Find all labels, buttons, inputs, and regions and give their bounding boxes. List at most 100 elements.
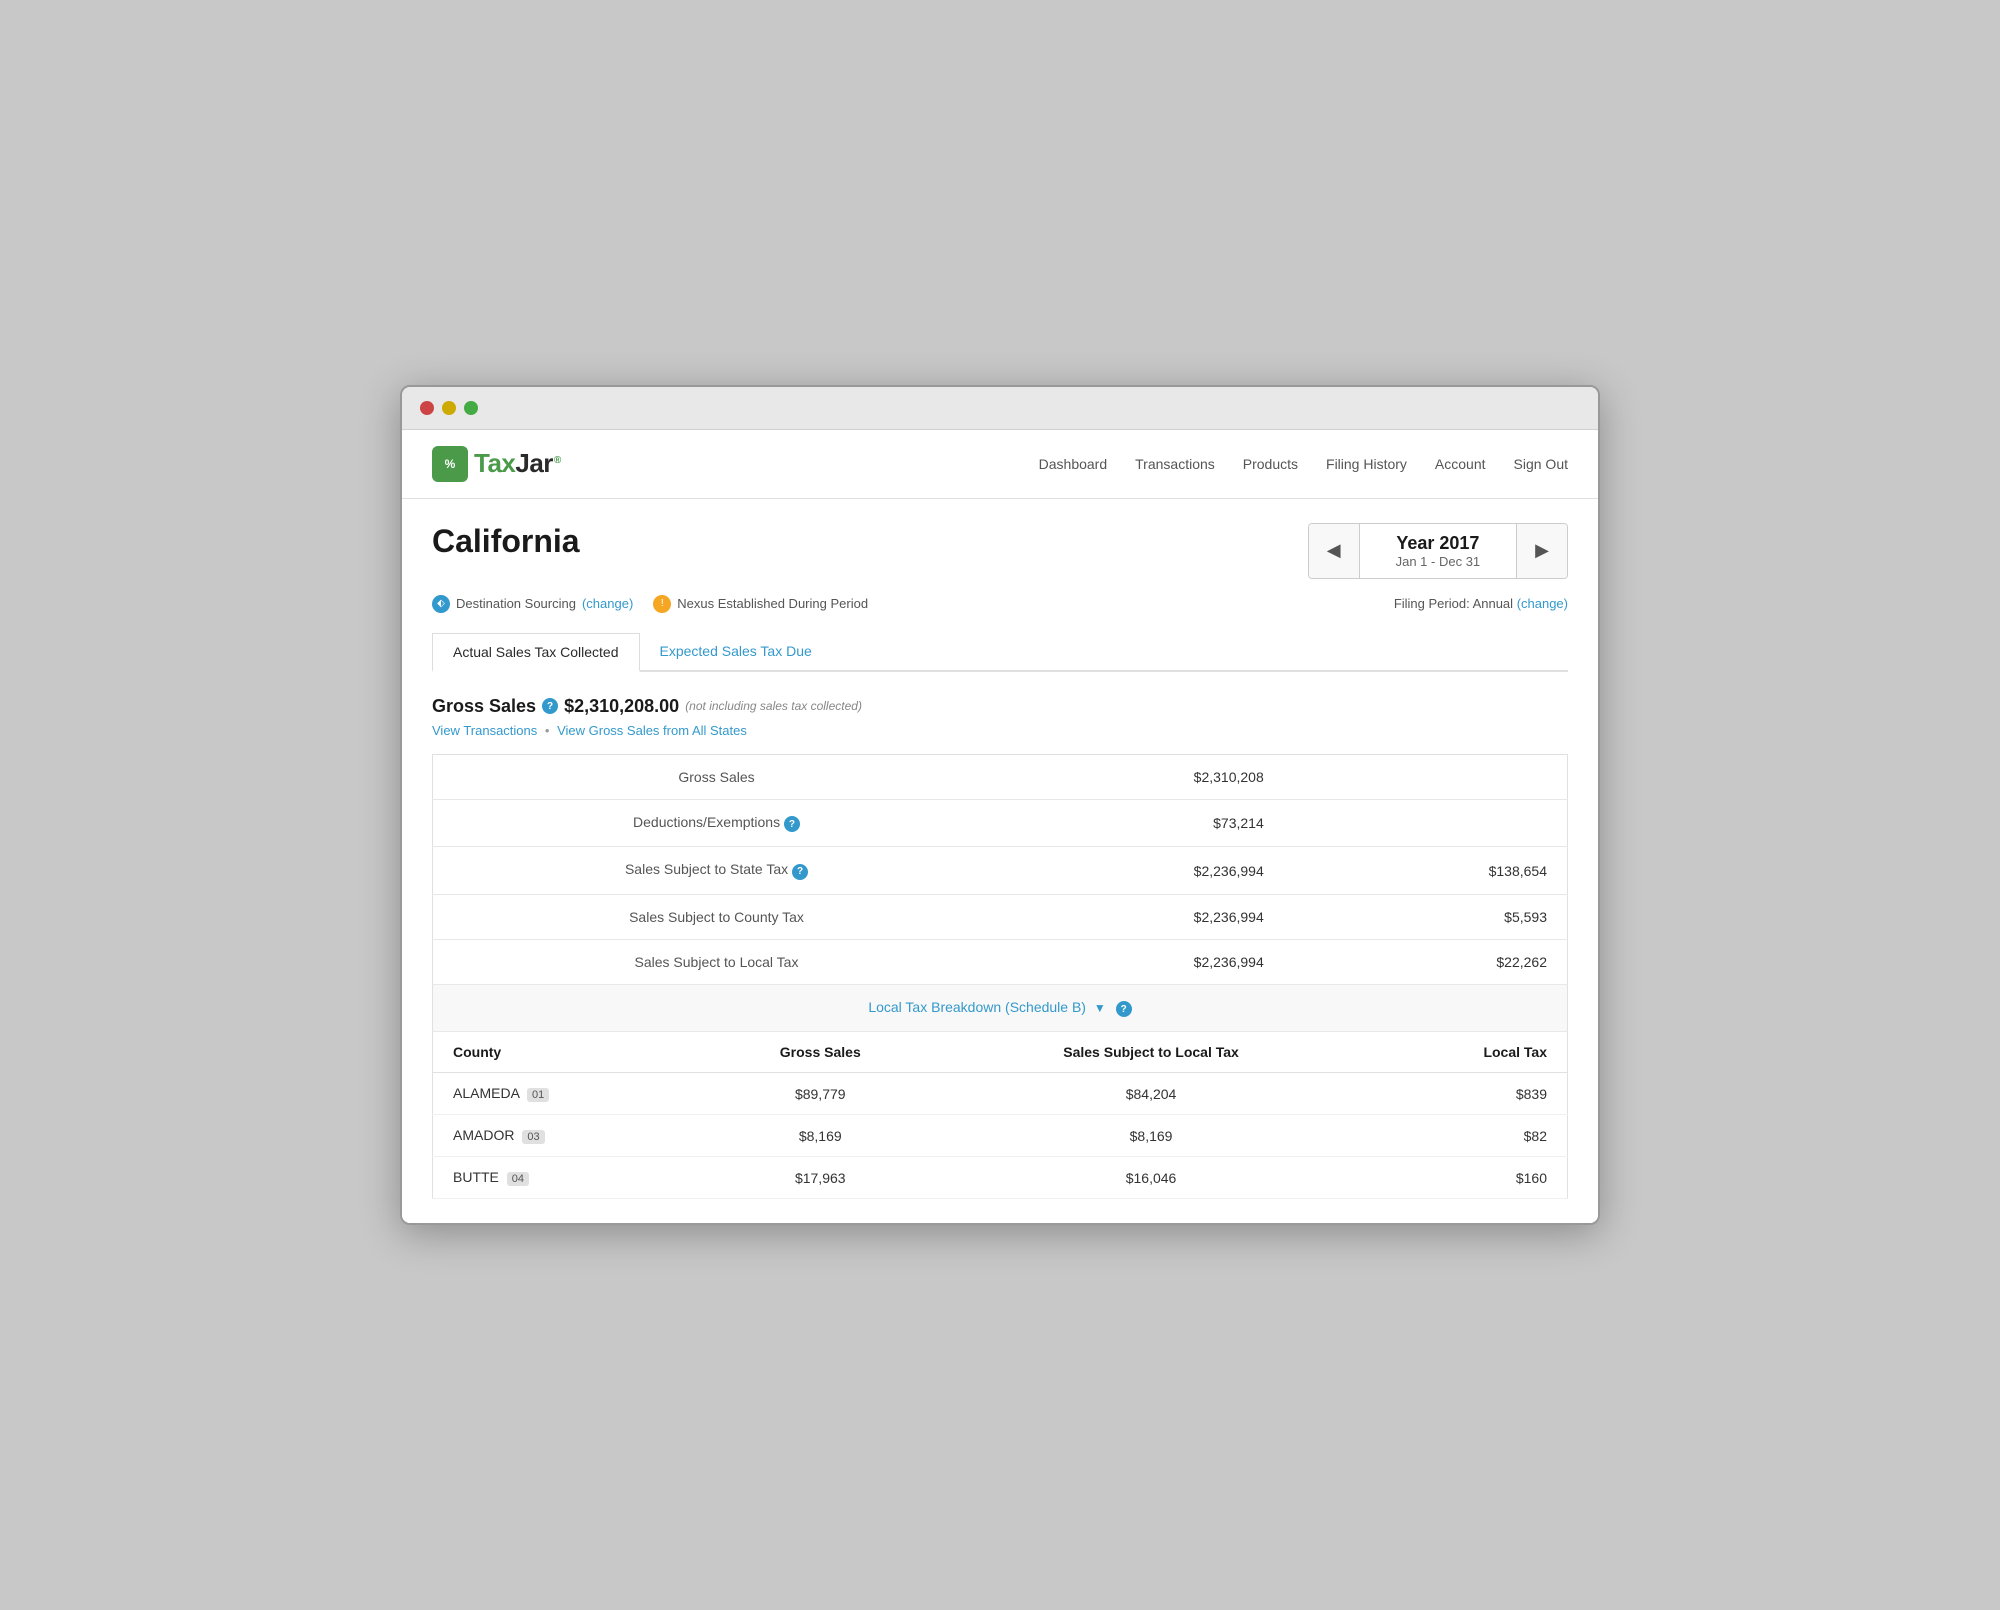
filing-period: Filing Period: Annual (change) bbox=[1394, 596, 1568, 611]
county-row-butte: BUTTE 04 $17,963 $16,046 $160 bbox=[433, 1157, 1568, 1199]
year-label: Year 2017 bbox=[1396, 533, 1481, 554]
maximize-dot[interactable] bbox=[464, 401, 478, 415]
county-amador-subject: $8,169 bbox=[939, 1115, 1363, 1157]
page-header: California ◀ Year 2017 Jan 1 - Dec 31 ▶ bbox=[432, 523, 1568, 579]
breakdown-row: Local Tax Breakdown (Schedule B) ▼ ? bbox=[433, 984, 1568, 1032]
nav-transactions[interactable]: Transactions bbox=[1135, 456, 1215, 472]
deductions-help-icon[interactable]: ? bbox=[784, 816, 800, 832]
nav-links: Dashboard Transactions Products Filing H… bbox=[1039, 456, 1568, 472]
sourcing-icon: ⬖ bbox=[432, 595, 450, 613]
row-deductions-label: Deductions/Exemptions ? bbox=[433, 799, 1001, 847]
county-row-amador: AMADOR 03 $8,169 $8,169 $82 bbox=[433, 1115, 1568, 1157]
nav-dashboard[interactable]: Dashboard bbox=[1039, 456, 1108, 472]
filing-change[interactable]: (change) bbox=[1517, 596, 1568, 611]
meta-left: ⬖ Destination Sourcing (change) ! Nexus … bbox=[432, 595, 868, 613]
page-title: California bbox=[432, 523, 580, 560]
sourcing-label: Destination Sourcing bbox=[456, 596, 576, 611]
row-gross-sales-label: Gross Sales bbox=[433, 754, 1001, 799]
meta-row: ⬖ Destination Sourcing (change) ! Nexus … bbox=[432, 595, 1568, 613]
filing-period-label: Filing Period: Annual bbox=[1394, 596, 1513, 611]
row-state-tax-extra: $138,654 bbox=[1284, 847, 1568, 895]
nexus-item: ! Nexus Established During Period bbox=[653, 595, 868, 613]
tabs: Actual Sales Tax Collected Expected Sale… bbox=[432, 633, 1568, 672]
nav-products[interactable]: Products bbox=[1243, 456, 1298, 472]
year-nav-center: Year 2017 Jan 1 - Dec 31 bbox=[1359, 524, 1518, 578]
county-amador-tax: $82 bbox=[1363, 1115, 1568, 1157]
nav-filing-history[interactable]: Filing History bbox=[1326, 456, 1407, 472]
gross-sales-section: Gross Sales ? $2,310,208.00 (not includi… bbox=[432, 696, 1568, 738]
county-table-header: County Gross Sales Sales Subject to Loca… bbox=[433, 1032, 1568, 1073]
county-alameda-name: ALAMEDA 01 bbox=[433, 1073, 702, 1115]
logo-icon: % bbox=[432, 446, 468, 482]
breakdown-help-icon[interactable]: ? bbox=[1116, 1001, 1132, 1017]
page-content: % TaxJar® Dashboard Transactions Product… bbox=[402, 430, 1598, 1224]
county-row-alameda: ALAMEDA 01 $89,779 $84,204 $839 bbox=[433, 1073, 1568, 1115]
view-gross-sales-link[interactable]: View Gross Sales from All States bbox=[557, 723, 747, 738]
col-header-tax: Local Tax bbox=[1363, 1032, 1568, 1073]
data-table: Gross Sales $2,310,208 Deductions/Exempt… bbox=[432, 754, 1568, 1033]
county-alameda-subject: $84,204 bbox=[939, 1073, 1363, 1115]
breakdown-arrow: ▼ bbox=[1094, 1001, 1106, 1015]
row-deductions-value: $73,214 bbox=[1000, 799, 1284, 847]
tab-expected[interactable]: Expected Sales Tax Due bbox=[640, 633, 832, 672]
nav-sign-out[interactable]: Sign Out bbox=[1514, 456, 1568, 472]
app-window: % TaxJar® Dashboard Transactions Product… bbox=[400, 385, 1600, 1226]
nav-bar: % TaxJar® Dashboard Transactions Product… bbox=[402, 430, 1598, 499]
county-butte-subject: $16,046 bbox=[939, 1157, 1363, 1199]
table-row: Sales Subject to State Tax ? $2,236,994 … bbox=[433, 847, 1568, 895]
row-state-tax-value: $2,236,994 bbox=[1000, 847, 1284, 895]
county-alameda-badge: 01 bbox=[527, 1088, 549, 1102]
link-divider: • bbox=[545, 723, 550, 738]
row-local-tax-value: $2,236,994 bbox=[1000, 939, 1284, 984]
row-local-tax-extra: $22,262 bbox=[1284, 939, 1568, 984]
county-butte-name: BUTTE 04 bbox=[433, 1157, 702, 1199]
table-row: Gross Sales $2,310,208 bbox=[433, 754, 1568, 799]
main-content: California ◀ Year 2017 Jan 1 - Dec 31 ▶ … bbox=[402, 499, 1598, 1224]
sourcing-change[interactable]: (change) bbox=[582, 596, 633, 611]
tab-actual[interactable]: Actual Sales Tax Collected bbox=[432, 633, 640, 672]
row-gross-sales-value: $2,310,208 bbox=[1000, 754, 1284, 799]
county-butte-badge: 04 bbox=[507, 1172, 529, 1186]
gross-sales-title: Gross Sales ? $2,310,208.00 (not includi… bbox=[432, 696, 1568, 717]
next-year-button[interactable]: ▶ bbox=[1517, 524, 1567, 578]
county-butte-gross: $17,963 bbox=[701, 1157, 939, 1199]
nexus-icon: ! bbox=[653, 595, 671, 613]
row-local-tax-label: Sales Subject to Local Tax bbox=[433, 939, 1001, 984]
gross-sales-label: Gross Sales bbox=[432, 696, 536, 717]
gross-sales-help-icon[interactable]: ? bbox=[542, 698, 558, 714]
col-header-subject: Sales Subject to Local Tax bbox=[939, 1032, 1363, 1073]
county-amador-gross: $8,169 bbox=[701, 1115, 939, 1157]
county-amador-badge: 03 bbox=[522, 1130, 544, 1144]
row-county-tax-extra: $5,593 bbox=[1284, 894, 1568, 939]
county-table: County Gross Sales Sales Subject to Loca… bbox=[432, 1032, 1568, 1199]
breakdown-link[interactable]: Local Tax Breakdown (Schedule B) bbox=[868, 999, 1086, 1015]
col-header-county: County bbox=[433, 1032, 702, 1073]
table-row: Sales Subject to County Tax $2,236,994 $… bbox=[433, 894, 1568, 939]
row-gross-sales-extra bbox=[1284, 754, 1568, 799]
view-transactions-link[interactable]: View Transactions bbox=[432, 723, 537, 738]
county-alameda-gross: $89,779 bbox=[701, 1073, 939, 1115]
gross-sales-amount: $2,310,208.00 bbox=[564, 696, 679, 717]
nexus-label: Nexus Established During Period bbox=[677, 596, 868, 611]
gross-sales-note: (not including sales tax collected) bbox=[685, 699, 862, 713]
county-amador-name: AMADOR 03 bbox=[433, 1115, 702, 1157]
titlebar bbox=[402, 387, 1598, 430]
state-tax-help-icon[interactable]: ? bbox=[792, 864, 808, 880]
nav-account[interactable]: Account bbox=[1435, 456, 1486, 472]
minimize-dot[interactable] bbox=[442, 401, 456, 415]
table-row: Sales Subject to Local Tax $2,236,994 $2… bbox=[433, 939, 1568, 984]
county-butte-tax: $160 bbox=[1363, 1157, 1568, 1199]
row-county-tax-value: $2,236,994 bbox=[1000, 894, 1284, 939]
col-header-gross: Gross Sales bbox=[701, 1032, 939, 1073]
logo-text: TaxJar® bbox=[474, 448, 561, 479]
svg-text:%: % bbox=[445, 457, 456, 471]
date-range: Jan 1 - Dec 31 bbox=[1396, 554, 1481, 569]
view-links: View Transactions • View Gross Sales fro… bbox=[432, 723, 1568, 738]
county-alameda-tax: $839 bbox=[1363, 1073, 1568, 1115]
sourcing-item: ⬖ Destination Sourcing (change) bbox=[432, 595, 633, 613]
year-nav: ◀ Year 2017 Jan 1 - Dec 31 ▶ bbox=[1308, 523, 1568, 579]
row-county-tax-label: Sales Subject to County Tax bbox=[433, 894, 1001, 939]
close-dot[interactable] bbox=[420, 401, 434, 415]
row-state-tax-label: Sales Subject to State Tax ? bbox=[433, 847, 1001, 895]
prev-year-button[interactable]: ◀ bbox=[1309, 524, 1359, 578]
